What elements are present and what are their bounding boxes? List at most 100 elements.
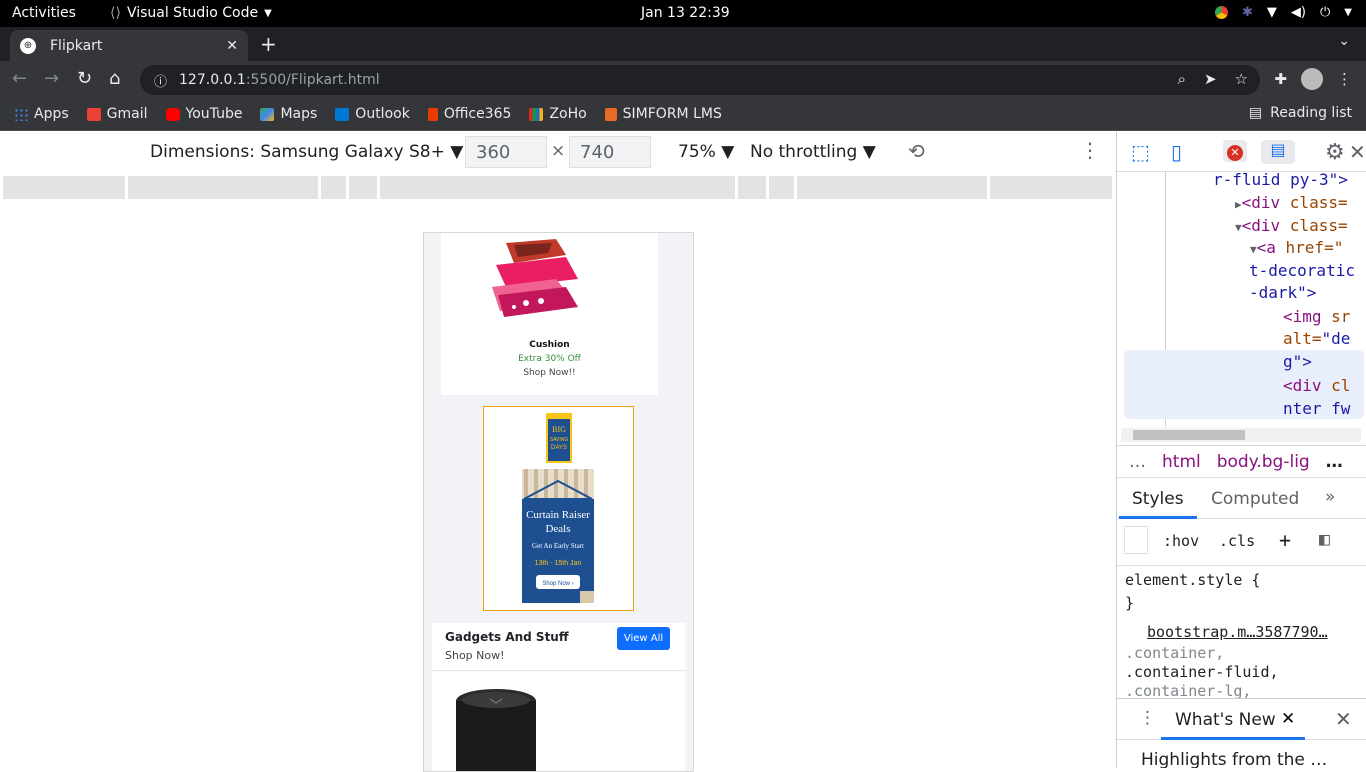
device-height-input[interactable]: 740: [569, 136, 651, 168]
new-rule-icon[interactable]: +: [1279, 528, 1291, 552]
cls-toggle[interactable]: .cls: [1219, 532, 1255, 550]
rotate-icon[interactable]: ⟲: [908, 139, 925, 163]
expand-arrow-icon[interactable]: ▶: [1235, 198, 1242, 211]
sidebar-toggle-icon[interactable]: ◧: [1319, 529, 1330, 550]
collapse-arrow-icon[interactable]: ▼: [1235, 221, 1242, 234]
mq-segment[interactable]: [738, 176, 766, 199]
mq-segment[interactable]: [990, 176, 1112, 199]
extensions-icon[interactable]: ✚: [1274, 70, 1287, 88]
send-icon[interactable]: ➤: [1204, 70, 1217, 88]
mq-segment[interactable]: [321, 176, 346, 199]
breadcrumb-html[interactable]: html: [1162, 452, 1201, 472]
more-options-icon[interactable]: ⋮: [1080, 138, 1100, 162]
home-icon[interactable]: ⌂: [109, 68, 120, 89]
close-tab-icon[interactable]: ✕: [226, 38, 238, 54]
device-width-input[interactable]: 360: [465, 136, 547, 168]
tag-text: <img: [1283, 307, 1322, 326]
hov-toggle[interactable]: :hov: [1163, 532, 1199, 550]
avatar[interactable]: [1301, 68, 1323, 90]
section-subtitle: Shop Now!: [445, 649, 505, 662]
tab-whats-new[interactable]: What's New: [1175, 710, 1276, 730]
back-icon[interactable]: ←: [12, 68, 27, 89]
mq-segment[interactable]: [3, 176, 125, 199]
rule-close: }: [1125, 594, 1135, 612]
filter-input[interactable]: [1124, 526, 1148, 554]
mq-segment[interactable]: [797, 176, 987, 199]
bookmark-apps[interactable]: Apps: [14, 106, 69, 122]
styles-tabs: Styles Computed »: [1117, 477, 1366, 519]
horizontal-scrollbar[interactable]: [1121, 428, 1361, 442]
close-tab-icon[interactable]: ✕: [1281, 709, 1295, 729]
bookmark-simform[interactable]: SIMFORM LMS: [604, 106, 722, 122]
device-toggle-icon[interactable]: ▯: [1171, 140, 1195, 164]
system-clock[interactable]: Jan 13 22:39: [641, 5, 730, 21]
mq-segment[interactable]: [349, 176, 377, 199]
bookmark-gmail[interactable]: Gmail: [86, 106, 148, 122]
breadcrumb-ellipsis[interactable]: …: [1129, 452, 1146, 472]
errors-icon[interactable]: ✕: [1223, 140, 1247, 162]
mq-segment[interactable]: [128, 176, 318, 199]
stylesheet-link[interactable]: bootstrap.m…3587790…: [1147, 623, 1328, 641]
address-bar[interactable]: ⓘ 127.0.0.1:5500/Flipkart.html ⌕ ➤ ☆: [140, 65, 1260, 95]
breadcrumb-more[interactable]: …: [1326, 452, 1343, 472]
drawer-menu-icon[interactable]: ⋮: [1139, 708, 1156, 728]
issues-icon[interactable]: ▤: [1261, 140, 1295, 164]
media-query-bar[interactable]: [3, 176, 1113, 199]
info-icon[interactable]: ⓘ: [154, 71, 167, 90]
zoom-select[interactable]: 75% ▼: [678, 142, 734, 162]
attr-text: class=: [1289, 216, 1348, 235]
tab-computed[interactable]: Computed: [1211, 489, 1299, 509]
elements-tree[interactable]: r-fluid py-3"> ▶<div class= ▼<div class=…: [1117, 170, 1366, 427]
tree-node[interactable]: ▼<div class=: [1235, 215, 1348, 240]
settings-gear-icon[interactable]: ⚙: [1325, 140, 1349, 165]
reading-list-button[interactable]: ▤ Reading list: [1249, 105, 1352, 121]
tab-search-icon[interactable]: ⌄: [1338, 33, 1350, 49]
mq-segment[interactable]: [769, 176, 794, 199]
close-icon[interactable]: ✕: [1349, 140, 1366, 164]
reload-icon[interactable]: ↻: [77, 68, 92, 89]
bookmark-maps[interactable]: Maps: [260, 106, 317, 122]
speaker-image[interactable]: [454, 687, 538, 772]
tree-node[interactable]: ▼<a href=": [1250, 237, 1343, 262]
system-tray[interactable]: ✱ ▼ ◀) ⏻ ▼: [1215, 5, 1352, 20]
collapse-arrow-icon[interactable]: ▼: [1250, 243, 1257, 256]
big-saving-days-banner[interactable]: BIG SAVING DAYS Curtain Raiser Deals Get…: [483, 406, 634, 611]
vscode-icon: ⟨⟩: [110, 5, 121, 21]
tab-styles[interactable]: Styles: [1132, 489, 1184, 509]
close-drawer-icon[interactable]: ✕: [1335, 707, 1352, 731]
new-tab-button[interactable]: +: [260, 32, 277, 56]
more-tabs-icon[interactable]: »: [1325, 487, 1335, 507]
inspect-icon[interactable]: ⬚: [1131, 140, 1155, 164]
banner-logo-line2: SAVING: [550, 437, 569, 443]
bookmark-youtube[interactable]: YouTube: [165, 106, 242, 122]
tab-flipkart[interactable]: ⊕ Flipkart ✕: [10, 30, 248, 61]
emulated-page[interactable]: Cushion Extra 30% Off Shop Now!! BIG SAV…: [423, 232, 694, 772]
tag-text: <div: [1241, 193, 1281, 212]
scroll-thumb[interactable]: [1133, 430, 1245, 440]
element-style-rule[interactable]: element.style {: [1125, 571, 1260, 589]
bookmark-office365[interactable]: Office365: [427, 106, 511, 122]
shop-now-link[interactable]: Shop Now!!: [441, 368, 658, 378]
cushion-card[interactable]: Cushion Extra 30% Off Shop Now!!: [441, 233, 658, 395]
device-dimensions-select[interactable]: Dimensions: Samsung Galaxy S8+ ▼: [150, 142, 463, 162]
active-tab-indicator: [1161, 737, 1305, 740]
section-title: Gadgets And Stuff: [445, 630, 569, 644]
bookmark-outlook[interactable]: Outlook: [335, 106, 410, 122]
forward-icon[interactable]: →: [44, 68, 59, 89]
star-icon[interactable]: ☆: [1235, 70, 1248, 88]
bookmark-zoho[interactable]: ZoHo: [529, 106, 587, 122]
menu-icon[interactable]: ⋮: [1337, 70, 1352, 88]
product-title: Cushion: [529, 340, 570, 350]
tree-node-img[interactable]: <img sr: [1283, 306, 1350, 329]
mq-segment[interactable]: [380, 176, 735, 199]
browser-toolbar: ← → ↻ ⌂ ⓘ 127.0.0.1:5500/Flipkart.html ⌕…: [0, 61, 1366, 98]
throttle-select[interactable]: No throttling ▼: [750, 142, 876, 162]
app-menu[interactable]: ⟨⟩ Visual Studio Code ▼: [110, 5, 272, 21]
tree-node[interactable]: ▶<div class=: [1235, 192, 1348, 217]
tree-node[interactable]: <div cl: [1283, 375, 1350, 398]
view-all-button[interactable]: View All: [617, 627, 670, 650]
zoom-icon[interactable]: ⌕: [1178, 70, 1186, 88]
activities-button[interactable]: Activities: [12, 5, 76, 21]
breadcrumb-body[interactable]: body.bg-lig: [1217, 452, 1310, 472]
highlights-heading: Highlights from the …: [1141, 750, 1328, 768]
